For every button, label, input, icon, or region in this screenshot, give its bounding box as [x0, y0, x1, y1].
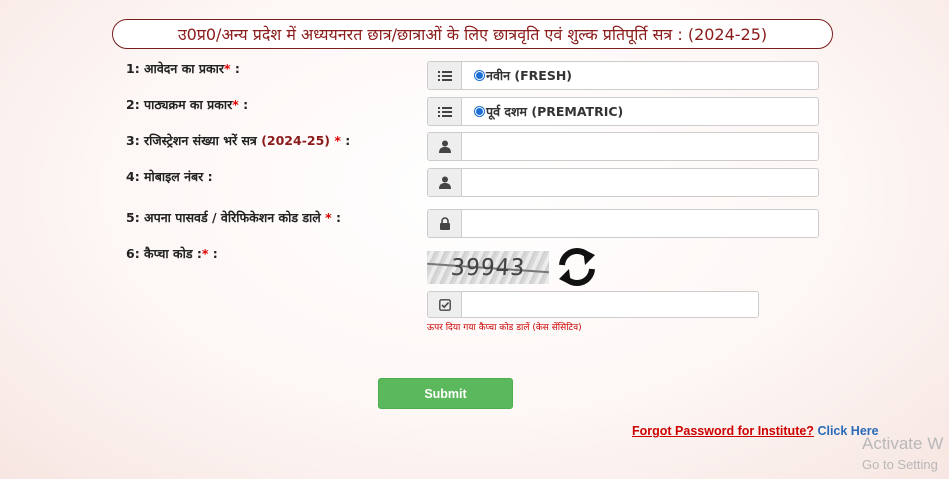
mobile-group: [427, 168, 819, 197]
captcha-hint: ऊपर दिया गया कैप्चा कोड डालें (केस सेंसि…: [427, 323, 582, 333]
registration-input[interactable]: [462, 133, 818, 160]
submit-button[interactable]: Submit: [378, 378, 513, 409]
captcha-label: 6: कैप्चा कोड :* :: [126, 246, 218, 261]
captcha-image: 39943: [427, 251, 549, 284]
refresh-captcha-button[interactable]: [555, 244, 599, 290]
password-label: 5: अपना पासवर्ड / वेरिफिकेशन कोड डाले * …: [126, 210, 342, 225]
application-type-field[interactable]: नवीन (FRESH): [427, 61, 819, 90]
list-icon: [428, 98, 462, 125]
captcha-text: 39943: [449, 254, 527, 281]
list-icon: [428, 62, 462, 89]
application-type-label: 1: आवेदन का प्रकार* :: [126, 61, 240, 76]
check-square-icon: [428, 292, 462, 317]
password-input[interactable]: [462, 210, 818, 237]
fresh-radio[interactable]: नवीन (FRESH): [462, 62, 818, 89]
registration-label: 3: रजिस्ट्रेशन संख्या भरें सत्र (2024-25…: [126, 133, 351, 148]
registration-group: [427, 132, 819, 161]
course-type-field[interactable]: पूर्व दशम (PREMATRIC): [427, 97, 819, 126]
mobile-input[interactable]: [462, 169, 818, 196]
forgot-password-row: Forgot Password for Institute? Click Her…: [632, 424, 879, 438]
prematric-radio[interactable]: पूर्व दशम (PREMATRIC): [462, 98, 818, 125]
radio-selected-icon[interactable]: [474, 106, 485, 117]
forgot-password-link[interactable]: Forgot Password for Institute?: [632, 424, 814, 438]
radio-selected-icon[interactable]: [474, 70, 485, 81]
mobile-label: 4: मोबाइल नंबर :: [126, 169, 213, 184]
captcha-input[interactable]: [462, 292, 758, 317]
course-type-label: 2: पाठ्यक्रम का प्रकार* :: [126, 97, 249, 112]
page-title-text: उ0प्र0/अन्य प्रदेश में अध्ययनरत छात्र/छा…: [177, 25, 768, 44]
fresh-radio-label: नवीन (FRESH): [486, 68, 573, 83]
refresh-icon[interactable]: [555, 245, 599, 289]
page-title: उ0प्र0/अन्य प्रदेश में अध्ययनरत छात्र/छा…: [112, 19, 833, 49]
activate-windows-watermark: Activate W Go to Setting: [862, 434, 944, 472]
lock-icon: [428, 210, 462, 237]
password-group: [427, 209, 819, 238]
prematric-radio-label: पूर्व दशम (PREMATRIC): [486, 104, 624, 119]
user-icon: [428, 169, 462, 196]
user-icon: [428, 133, 462, 160]
captcha-group: [427, 291, 759, 318]
